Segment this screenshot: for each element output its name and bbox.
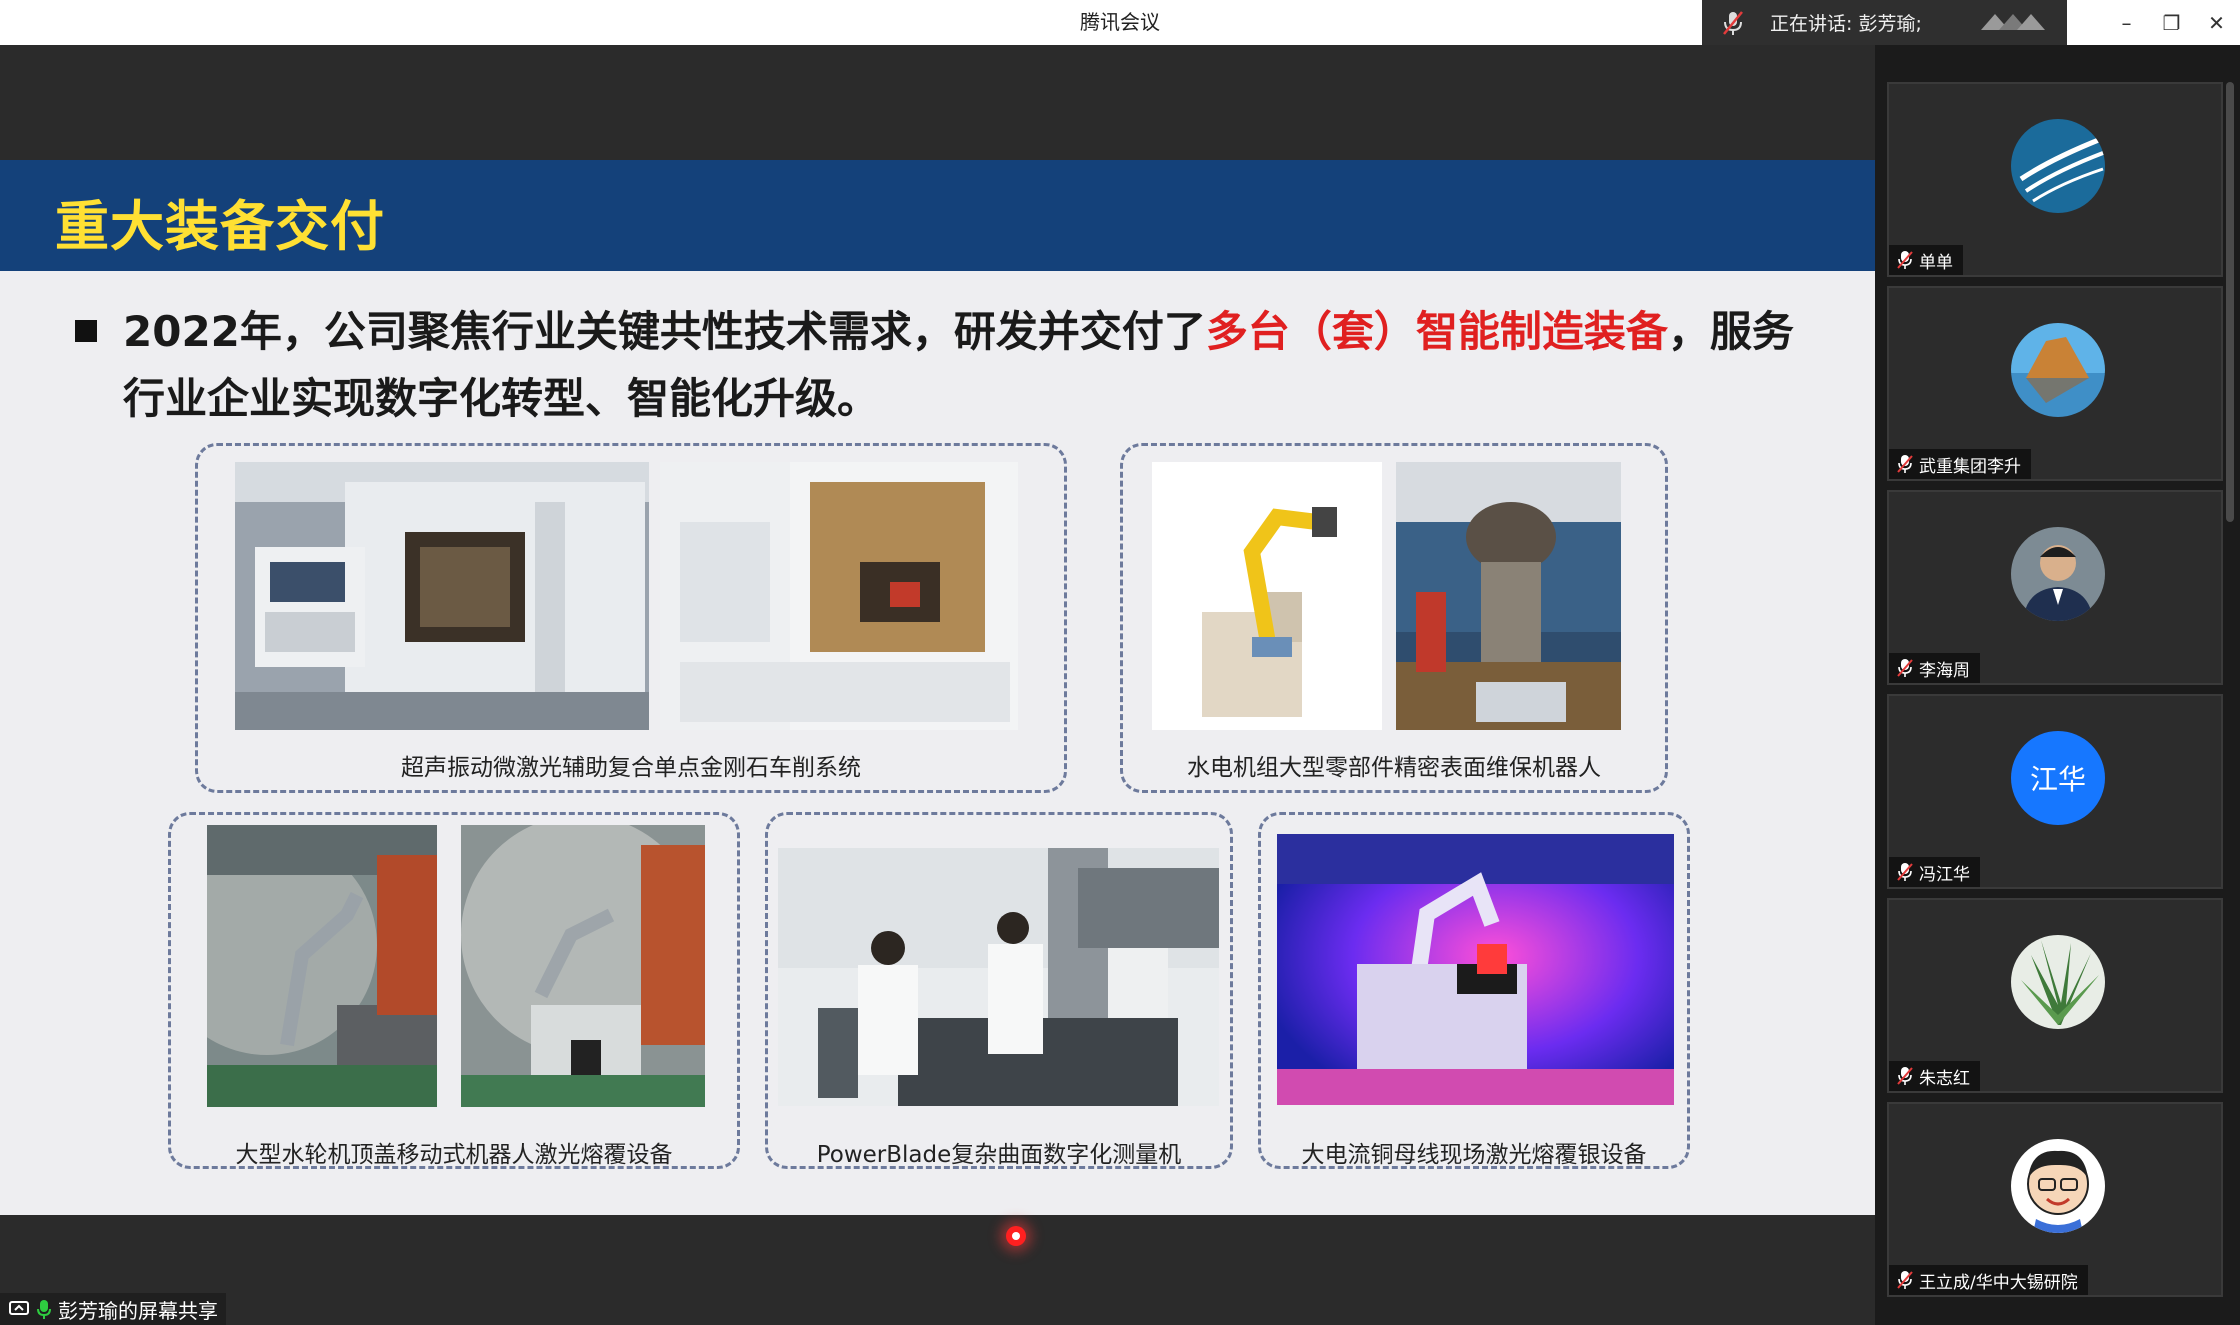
- caption-maintenance-robot: 水电机组大型零部件精密表面维保机器人: [1187, 755, 1601, 781]
- tencent-meeting-logo-icon: [1981, 14, 2045, 30]
- bullet-text-1: 2022年，公司聚焦行业关键共性技术需求，研发并交付了: [123, 307, 1206, 356]
- cladding-photo-2: [461, 825, 705, 1107]
- caption-powerblade: PowerBlade复杂曲面数字化测量机: [816, 1142, 1182, 1168]
- participant-tile[interactable]: 江华 冯江华: [1887, 694, 2223, 889]
- participant-tile[interactable]: 武重集团李升: [1887, 286, 2223, 481]
- caption-busbar-cladding: 大电流铜母线现场激光熔覆银设备: [1301, 1142, 1647, 1168]
- busbar-photo: [1277, 834, 1674, 1105]
- participant-tile[interactable]: 李海周: [1887, 490, 2223, 685]
- screen-share-area: 重大装备交付 2022年，公司聚焦行业关键共性技术需求，研发并交付了多台（套）智…: [0, 45, 1875, 1325]
- robot-photo-1: [1152, 462, 1382, 730]
- share-label-text: 彭芳瑜的屏幕共享: [58, 1298, 218, 1323]
- speaking-text: 正在讲话: 彭芳瑜;: [1770, 13, 1922, 35]
- cladding-photo-1: [207, 825, 437, 1107]
- avatar: [2011, 1139, 2105, 1233]
- screen-share-icon: [9, 1301, 29, 1315]
- slide-header: 重大装备交付: [0, 160, 1875, 271]
- laser-pointer: [1006, 1226, 1026, 1246]
- mic-muted-icon: [1897, 455, 1913, 473]
- participant-name: 朱志红: [1889, 1061, 1980, 1091]
- avatar: [2011, 323, 2105, 417]
- participant-tile[interactable]: 朱志红: [1887, 898, 2223, 1093]
- robot-photo-2: [1396, 462, 1621, 730]
- mic-muted-icon: [1897, 1067, 1913, 1085]
- participant-name: 王立成/华中大锡研院: [1889, 1265, 2088, 1295]
- bullet-text-3: 行业企业实现数字化转型、智能化升级。: [123, 374, 880, 423]
- participant-tile[interactable]: 单单: [1887, 82, 2223, 277]
- powerblade-photo: [778, 848, 1219, 1106]
- lathe-photo-2: [660, 462, 1018, 730]
- mic-muted-icon: [1897, 863, 1913, 881]
- avatar: 江华: [2011, 731, 2105, 825]
- participants-panel: 单单 武重集团李升 李海周 江华 冯江华 朱志红 王立成/华中大锡研院: [1875, 45, 2240, 1325]
- avatar: [2011, 935, 2105, 1029]
- screen-share-label[interactable]: 彭芳瑜的屏幕共享: [0, 1293, 226, 1325]
- avatar: [2011, 119, 2105, 213]
- participant-name: 冯江华: [1889, 857, 1980, 887]
- participants-scrollbar[interactable]: [2226, 82, 2234, 522]
- mic-muted-icon: [1723, 10, 1743, 35]
- caption-turbine-cladding: 大型水轮机顶盖移动式机器人激光熔覆设备: [235, 1142, 673, 1168]
- slide-bullet: 2022年，公司聚焦行业关键共性技术需求，研发并交付了多台（套）智能制造装备，服…: [75, 298, 1835, 432]
- speaker-indicator: 正在讲话: 彭芳瑜;: [1702, 0, 2067, 45]
- participant-name: 武重集团李升: [1889, 449, 2031, 479]
- mic-muted-icon: [1897, 659, 1913, 677]
- participant-name: 李海周: [1889, 653, 1980, 683]
- caption-lathe: 超声振动微激光辅助复合单点金刚石车削系统: [401, 755, 861, 781]
- participant-tile[interactable]: 王立成/华中大锡研院: [1887, 1102, 2223, 1297]
- lathe-photo-1: [235, 462, 649, 730]
- participant-name: 单单: [1889, 245, 1963, 275]
- bullet-highlight: 多台（套）智能制造装备: [1205, 307, 1668, 356]
- slide-title: 重大装备交付: [55, 195, 385, 258]
- restore-button[interactable]: ❐: [2149, 0, 2194, 45]
- mic-icon: [37, 1300, 51, 1319]
- bullet-text-2: ，服务: [1667, 307, 1794, 356]
- bullet-square-icon: [75, 319, 97, 342]
- avatar: [2011, 527, 2105, 621]
- close-button[interactable]: ✕: [2194, 0, 2239, 45]
- presentation-slide: 重大装备交付 2022年，公司聚焦行业关键共性技术需求，研发并交付了多台（套）智…: [0, 160, 1875, 1246]
- title-bar: 腾讯会议 正在讲话: 彭芳瑜; – ❐ ✕: [0, 0, 2240, 45]
- mic-muted-icon: [1897, 1271, 1913, 1289]
- minimize-button[interactable]: –: [2104, 0, 2149, 45]
- mic-muted-icon: [1897, 251, 1913, 269]
